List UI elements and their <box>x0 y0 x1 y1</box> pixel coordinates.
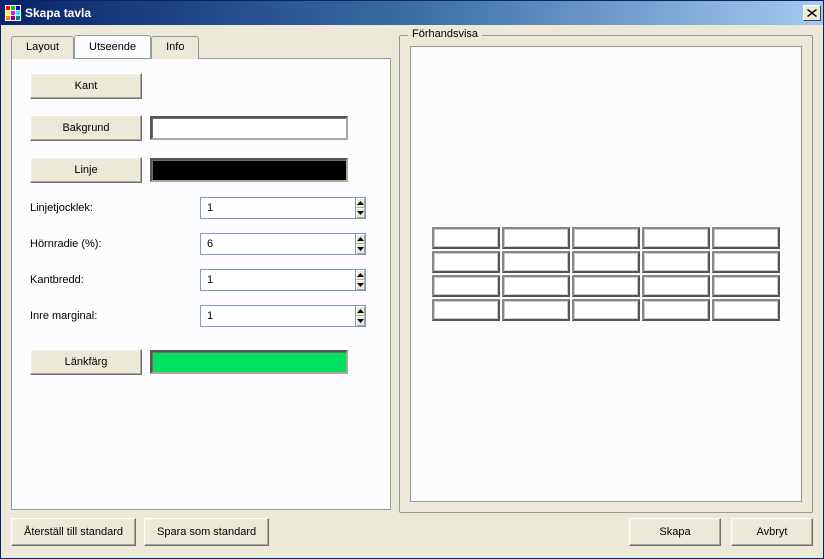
linjetjocklek-input[interactable] <box>200 197 355 219</box>
linjetjocklek-down[interactable] <box>356 208 365 218</box>
close-button[interactable] <box>803 5 821 21</box>
linjetjocklek-spinner <box>200 197 358 219</box>
titlebar: Skapa tavla <box>1 1 823 25</box>
preview-cell <box>712 275 780 297</box>
window: Skapa tavla Layout Utseende Info Kant Ba… <box>0 0 824 559</box>
inremarginal-input[interactable] <box>200 305 355 327</box>
tab-strip: Layout Utseende Info <box>11 35 391 58</box>
preview-cell <box>572 227 640 249</box>
preview-cell <box>572 275 640 297</box>
preview-cell <box>642 251 710 273</box>
preview-grid <box>432 227 780 321</box>
kantbredd-spinner <box>200 269 358 291</box>
linje-color-swatch[interactable] <box>150 158 348 182</box>
content-area: Layout Utseende Info Kant Bakgrund Linje <box>1 25 823 558</box>
bakgrund-button[interactable]: Bakgrund <box>30 115 142 141</box>
cancel-button[interactable]: Avbryt <box>731 518 813 546</box>
hornradie-down[interactable] <box>356 244 365 254</box>
hornradie-input[interactable] <box>200 233 355 255</box>
kantbredd-up[interactable] <box>356 270 365 280</box>
linjetjocklek-label: Linjetjocklek: <box>30 202 200 214</box>
preview-cell <box>712 227 780 249</box>
app-icon <box>5 5 21 21</box>
preview-legend: Förhandsvisa <box>408 28 482 40</box>
bakgrund-color-swatch[interactable] <box>150 116 348 140</box>
inremarginal-up[interactable] <box>356 306 365 316</box>
tab-layout[interactable]: Layout <box>11 36 74 59</box>
reset-button[interactable]: Återställ till standard <box>11 518 136 546</box>
settings-panel: Layout Utseende Info Kant Bakgrund Linje <box>11 35 391 513</box>
preview-cell <box>432 275 500 297</box>
footer-buttons: Återställ till standard Spara som standa… <box>11 518 813 546</box>
preview-fieldset: Förhandsvisa <box>399 35 813 513</box>
linjetjocklek-up[interactable] <box>356 198 365 208</box>
preview-cell <box>432 299 500 321</box>
kantbredd-input[interactable] <box>200 269 355 291</box>
preview-cell <box>642 275 710 297</box>
preview-cell <box>432 227 500 249</box>
preview-cell <box>572 299 640 321</box>
kantbredd-label: Kantbredd: <box>30 274 200 286</box>
preview-cell <box>642 227 710 249</box>
preview-cell <box>502 227 570 249</box>
hornradie-up[interactable] <box>356 234 365 244</box>
tab-info[interactable]: Info <box>151 36 199 59</box>
tab-body: Kant Bakgrund Linje Linjetjocklek: <box>11 58 391 510</box>
save-standard-button[interactable]: Spara som standard <box>144 518 269 546</box>
lankfarg-button[interactable]: Länkfärg <box>30 349 142 375</box>
preview-cell <box>502 299 570 321</box>
linje-button[interactable]: Linje <box>30 157 142 183</box>
preview-cell <box>572 251 640 273</box>
preview-cell <box>502 251 570 273</box>
hornradie-label: Hörnradie (%): <box>30 238 200 250</box>
preview-cell <box>432 251 500 273</box>
preview-canvas <box>410 46 802 502</box>
tab-utseende[interactable]: Utseende <box>74 35 151 58</box>
inremarginal-down[interactable] <box>356 316 365 326</box>
inremarginal-label: Inre marginal: <box>30 310 200 322</box>
kant-button[interactable]: Kant <box>30 73 142 99</box>
preview-cell <box>502 275 570 297</box>
create-button[interactable]: Skapa <box>629 518 721 546</box>
lankfarg-color-swatch[interactable] <box>150 350 348 374</box>
preview-cell <box>712 251 780 273</box>
preview-cell <box>642 299 710 321</box>
preview-cell <box>712 299 780 321</box>
window-title: Skapa tavla <box>25 6 803 20</box>
kantbredd-down[interactable] <box>356 280 365 290</box>
hornradie-spinner <box>200 233 358 255</box>
inremarginal-spinner <box>200 305 358 327</box>
